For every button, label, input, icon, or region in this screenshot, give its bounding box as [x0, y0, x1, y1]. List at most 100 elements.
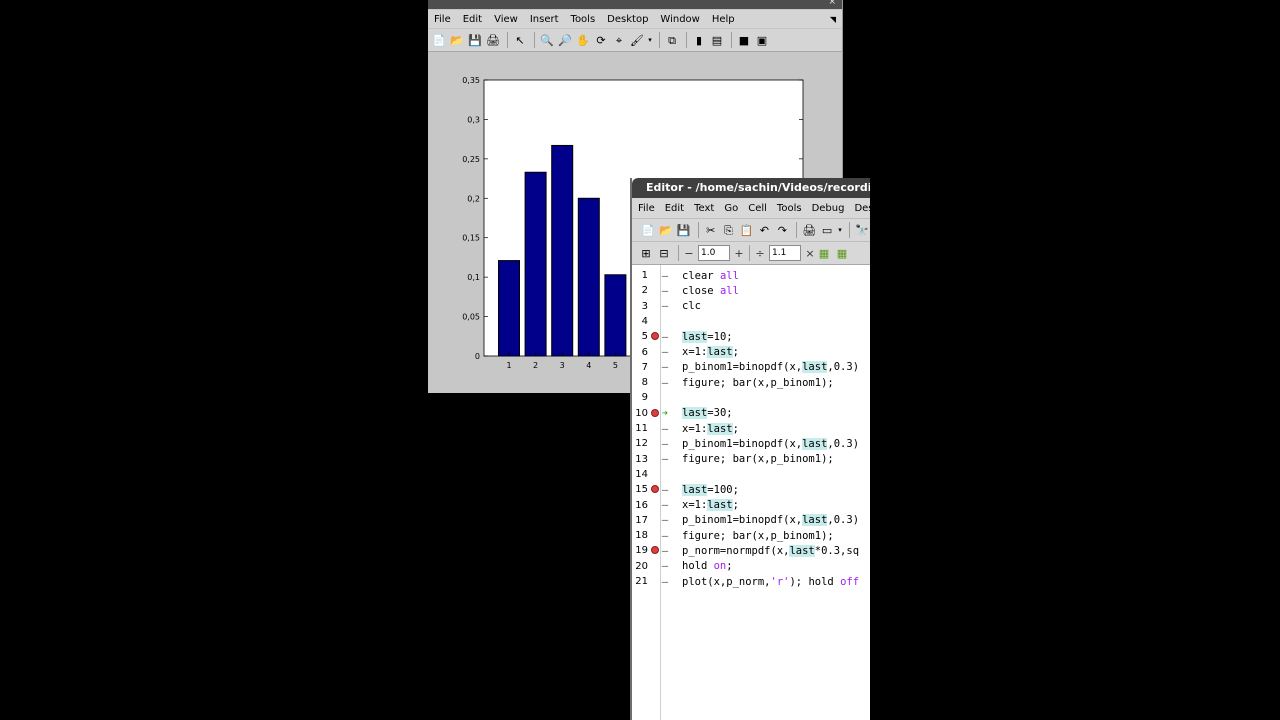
editor-title[interactable]: Editor - /home/sachin/Videos/recordi — [632, 178, 870, 198]
dock-arrow-icon[interactable]: ◥ — [830, 15, 836, 24]
code-line[interactable]: 5 – last=10; — [632, 329, 870, 344]
undo-icon[interactable]: ↶ — [756, 222, 772, 238]
figure-menu-tools[interactable]: Tools — [565, 14, 602, 25]
legend-icon[interactable]: ▤ — [709, 32, 725, 48]
editor-menu-tools[interactable]: Tools — [772, 203, 807, 214]
save-icon[interactable]: 💾 — [467, 32, 483, 48]
publish-icon[interactable]: ▭ — [819, 222, 835, 238]
data-cursor-icon[interactable]: ⌖ — [611, 32, 627, 48]
code-line[interactable]: 19 – p_norm=normpdf(x,last*0.3,sq — [632, 543, 870, 558]
link-plot-icon[interactable]: ⧉ — [664, 32, 680, 48]
code-line[interactable]: 20 – hold on; — [632, 559, 870, 574]
code-line[interactable]: 11 – x=1:last; — [632, 421, 870, 436]
new-file-icon[interactable]: 📄 — [431, 32, 447, 48]
bar[interactable] — [524, 171, 547, 357]
code-line[interactable]: 9 — [632, 390, 870, 405]
breakpoint-slot[interactable] — [648, 513, 660, 528]
breakpoint-slot[interactable] — [648, 329, 660, 344]
divide-button[interactable]: ÷ — [754, 247, 766, 260]
open-folder-icon[interactable]: 📂 — [658, 222, 674, 238]
pointer-icon[interactable]: ↖ — [512, 32, 528, 48]
breakpoint-slot[interactable] — [648, 390, 660, 405]
multiply-button[interactable]: × — [804, 247, 816, 260]
redo-icon[interactable]: ↷ — [774, 222, 790, 238]
breakpoint-slot[interactable] — [648, 498, 660, 513]
decrement-button[interactable]: − — [683, 247, 695, 260]
figure-menu-insert[interactable]: Insert — [524, 14, 565, 25]
close-icon[interactable]: × — [828, 0, 836, 7]
breakpoint-slot[interactable] — [648, 528, 660, 543]
editor-menu-text[interactable]: Text — [689, 203, 719, 214]
insert-cell-icon[interactable]: ⊞ — [638, 245, 654, 261]
figure-menu-file[interactable]: File — [428, 14, 457, 25]
breakpoint-slot[interactable] — [648, 482, 660, 497]
breakpoint-slot[interactable] — [648, 467, 660, 482]
code-line[interactable]: 21 – plot(x,p_norm,'r'); hold off — [632, 574, 870, 589]
breakpoint-icon[interactable] — [651, 408, 659, 417]
pan-hand-icon[interactable]: ✋ — [575, 32, 591, 48]
code-line[interactable]: 14 — [632, 467, 870, 482]
code-line[interactable]: 13 – figure; bar(x,p_binom1); — [632, 452, 870, 467]
bar[interactable] — [577, 197, 600, 357]
save-icon[interactable]: 💾 — [676, 222, 692, 238]
code-line[interactable]: 10 ➔ last=30; — [632, 406, 870, 421]
breakpoint-slot[interactable] — [648, 299, 660, 314]
increment-button[interactable]: + — [733, 247, 745, 260]
hide-plot-tools-icon[interactable]: ■ — [736, 32, 752, 48]
editor-menu-desk[interactable]: Desk — [849, 203, 870, 214]
breakpoint-icon[interactable] — [651, 485, 659, 494]
cut-icon[interactable]: ✂ — [703, 222, 719, 238]
print-icon[interactable]: 🖨 — [485, 32, 501, 48]
code-line[interactable]: 6– x=1:last; — [632, 345, 870, 360]
open-folder-icon[interactable]: 📂 — [449, 32, 465, 48]
breakpoint-slot[interactable] — [648, 360, 660, 375]
breakpoint-slot[interactable] — [648, 268, 660, 283]
bar[interactable] — [604, 274, 627, 357]
eval-cell-icon[interactable]: ⊟ — [656, 245, 672, 261]
code-line[interactable]: 18 – figure; bar(x,p_binom1); — [632, 528, 870, 543]
breakpoint-slot[interactable] — [648, 283, 660, 298]
code-line[interactable]: 17 – p_binom1=binopdf(x,last,0.3) — [632, 513, 870, 528]
scale-input[interactable]: 1.1 — [769, 245, 801, 261]
bar[interactable] — [551, 144, 574, 357]
code-area[interactable]: 1– clear all 2– close all 3– clc 4 5– last=10; 6–… — [632, 265, 870, 720]
breakpoint-slot[interactable] — [648, 345, 660, 360]
publish-dropdown-icon[interactable]: ▾ — [837, 222, 843, 238]
zoom-out-icon[interactable]: 🔎 — [557, 32, 573, 48]
spacing-input[interactable]: 1.0 — [698, 245, 730, 261]
breakpoint-slot[interactable] — [648, 421, 660, 436]
editor-menu-edit[interactable]: Edit — [660, 203, 689, 214]
brush-dropdown-icon[interactable]: ▾ — [647, 32, 653, 48]
breakpoint-slot[interactable] — [648, 314, 660, 329]
colorbar-icon[interactable]: ▮ — [691, 32, 707, 48]
figure-menu-help[interactable]: Help — [706, 14, 741, 25]
code-line[interactable]: 7 – p_binom1=binopdf(x,last,0.3) — [632, 360, 870, 375]
breakpoint-slot[interactable] — [648, 375, 660, 390]
zoom-in-icon[interactable]: 🔍 — [539, 32, 555, 48]
breakpoint-slot[interactable] — [648, 436, 660, 451]
editor-menu-debug[interactable]: Debug — [807, 203, 850, 214]
copy-icon[interactable]: ⎘ — [721, 222, 737, 238]
figure-menu-desktop[interactable]: Desktop — [601, 14, 654, 25]
code-line[interactable]: 8 – figure; bar(x,p_binom1); — [632, 375, 870, 390]
figure-titlebar[interactable]: × — [428, 0, 842, 9]
eval-advance-icon[interactable]: ▦ — [816, 245, 832, 261]
bar[interactable] — [498, 260, 520, 357]
code-line[interactable]: 1 – clear all — [632, 268, 870, 283]
new-file-icon[interactable]: 📄 — [640, 222, 656, 238]
find-binoculars-icon[interactable]: 🔭 — [854, 222, 870, 238]
breakpoint-slot[interactable] — [648, 559, 660, 574]
eval-cell-advance-icon[interactable]: ▦ — [834, 245, 850, 261]
breakpoint-slot[interactable] — [648, 574, 660, 589]
paste-icon[interactable]: 📋 — [739, 222, 755, 238]
code-line[interactable]: 4 — [632, 314, 870, 329]
brush-icon[interactable]: 🖌 — [629, 32, 645, 48]
print-icon[interactable]: 🖨 — [801, 222, 817, 238]
show-plot-tools-icon[interactable]: ▣ — [754, 32, 770, 48]
breakpoint-slot[interactable] — [648, 406, 660, 421]
figure-menu-view[interactable]: View — [488, 14, 524, 25]
figure-menu-edit[interactable]: Edit — [457, 14, 488, 25]
code-line[interactable]: 2 – close all — [632, 283, 870, 298]
code-line[interactable]: 3 – clc — [632, 299, 870, 314]
code-line[interactable]: 16– x=1:last; — [632, 498, 870, 513]
